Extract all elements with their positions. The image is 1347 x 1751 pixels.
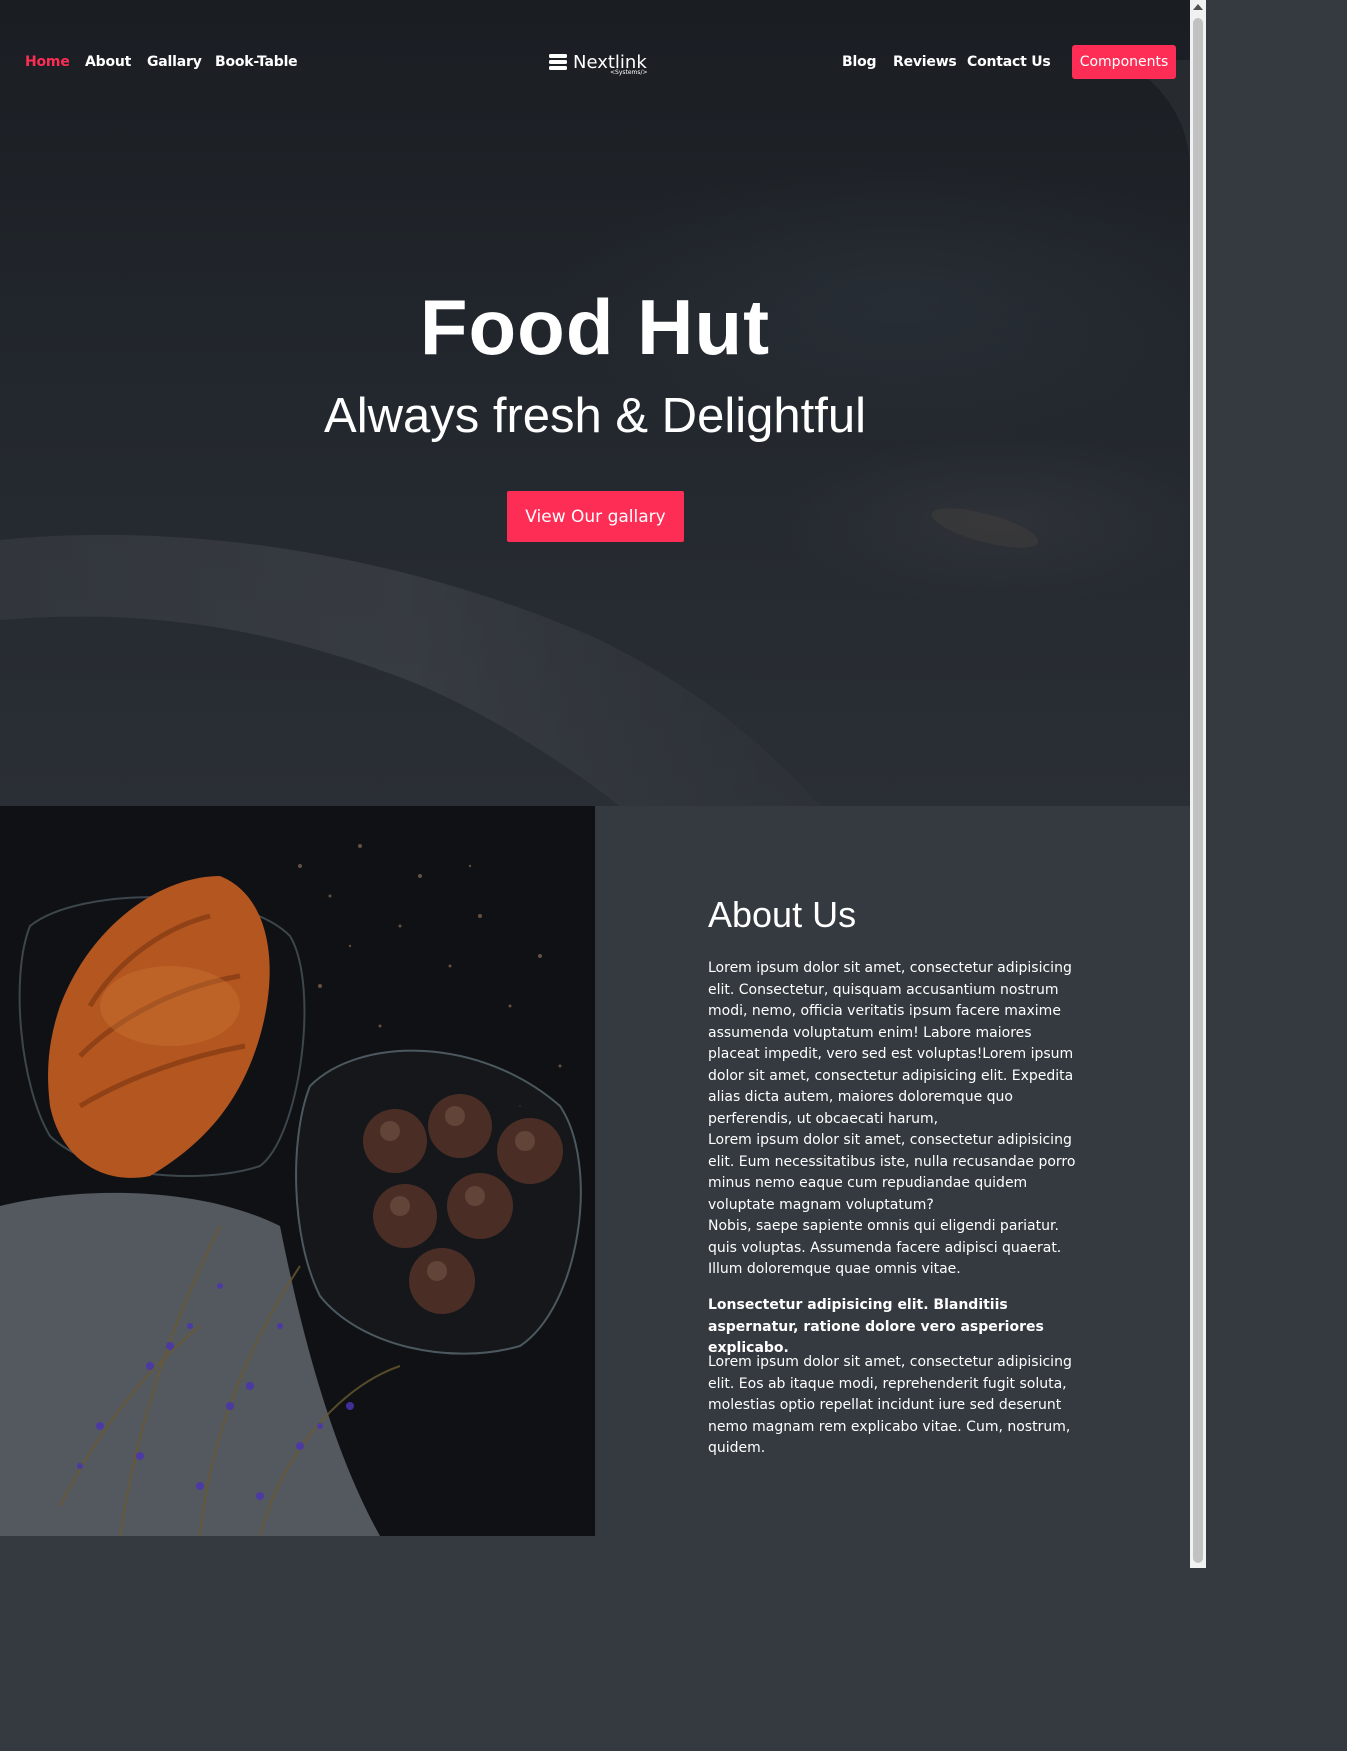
about-paragraph-5: Lorem ipsum dolor sit amet, consectetur … xyxy=(708,1354,1072,1456)
hero-section: Home About Gallary Book-Table Nextlink <… xyxy=(0,0,1190,806)
hero-subtitle: Always fresh & Delightful xyxy=(324,389,866,443)
nav-home[interactable]: Home xyxy=(25,54,70,70)
scroll-up-arrow-icon[interactable] xyxy=(1193,4,1203,10)
nav-gallary[interactable]: Gallary xyxy=(147,54,202,70)
about-food-image xyxy=(0,806,595,1536)
brand-logo[interactable]: Nextlink <Systems/> xyxy=(548,52,648,78)
food-photo xyxy=(0,806,595,1536)
nav-blog[interactable]: Blog xyxy=(842,54,877,70)
components-button[interactable]: Components xyxy=(1072,45,1176,79)
about-paragraph-3: Nobis, saepe sapiente omnis qui eligendi… xyxy=(708,1218,1062,1277)
vertical-scrollbar[interactable] xyxy=(1190,0,1206,1568)
about-section: About Us Lorem ipsum dolor sit amet, con… xyxy=(595,806,1190,1536)
about-paragraph-bold: Lonsectetur adipisicing elit. Blanditiis… xyxy=(708,1297,1044,1356)
nav-book-table[interactable]: Book-Table xyxy=(215,54,298,70)
navbar: Home About Gallary Book-Table Nextlink <… xyxy=(0,0,1190,124)
about-paragraph-2: Lorem ipsum dolor sit amet, consectetur … xyxy=(708,1132,1076,1213)
brand-tagline: <Systems/> xyxy=(610,69,648,76)
hero-title: Food Hut xyxy=(419,283,771,371)
nav-reviews[interactable]: Reviews xyxy=(893,54,957,70)
about-title: About Us xyxy=(708,894,857,935)
stack-logo-icon xyxy=(549,54,567,70)
view-gallery-button[interactable]: View Our gallary xyxy=(507,491,684,542)
about-paragraph-1: Lorem ipsum dolor sit amet, consectetur … xyxy=(708,960,1074,1127)
nav-contact-us[interactable]: Contact Us xyxy=(967,54,1051,70)
nav-about[interactable]: About xyxy=(85,54,131,70)
scrollbar-thumb[interactable] xyxy=(1193,18,1203,1563)
